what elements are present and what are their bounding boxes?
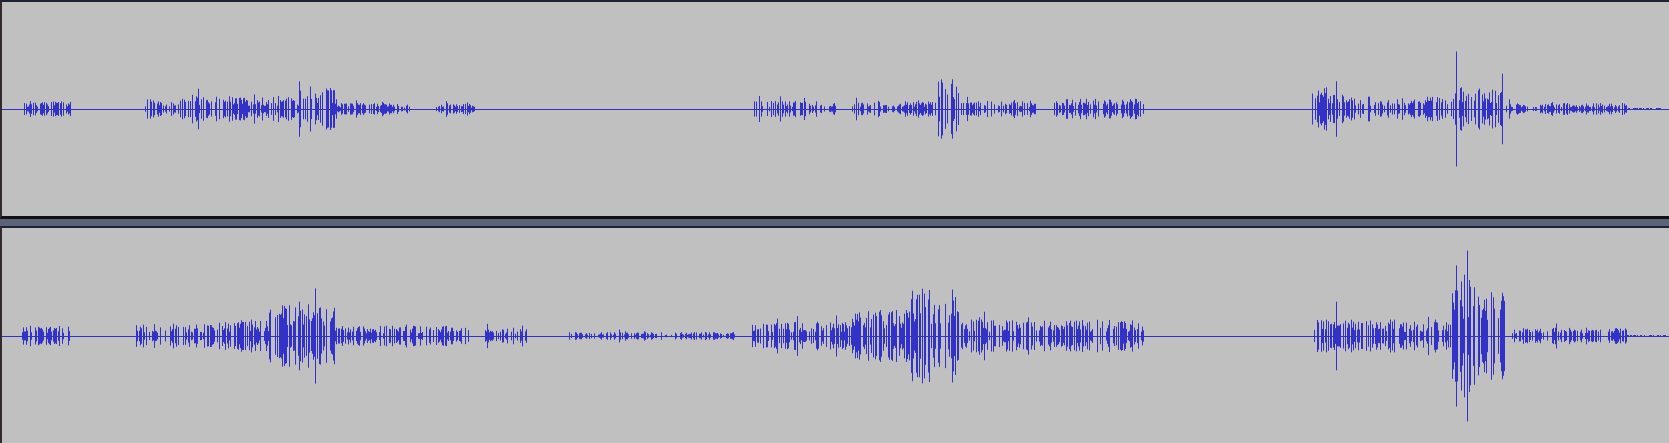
audio-editor (0, 0, 1669, 443)
track-separator[interactable] (0, 219, 1669, 226)
waveform-channel-1[interactable] (2, 2, 1669, 216)
waveform-channel-2[interactable] (2, 228, 1669, 443)
audio-track-channel-2[interactable] (0, 226, 1669, 443)
audio-track-channel-1[interactable] (0, 0, 1669, 219)
